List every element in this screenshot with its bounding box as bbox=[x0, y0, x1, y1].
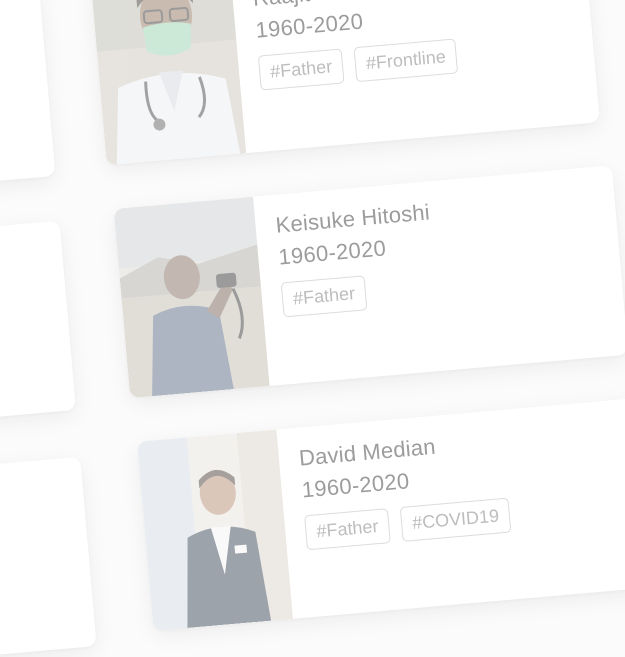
card-info-raajit: Raajit Vihara 1960-2020 #Father #Frontli… bbox=[252, 0, 585, 91]
memorial-card-david[interactable]: David Median 1960-2020 #Father #COVID19 bbox=[137, 398, 625, 632]
memorial-card-grid: Raajit Vihara 1960-2020 #Father #Frontli… bbox=[0, 0, 625, 657]
tag-father[interactable]: #Father bbox=[304, 508, 391, 551]
tag-father[interactable]: #Father bbox=[280, 275, 368, 318]
businessman-photo bbox=[137, 429, 294, 632]
memorial-card-raajit[interactable]: Raajit Vihara 1960-2020 #Father #Frontli… bbox=[90, 0, 600, 166]
doctor-photo bbox=[90, 0, 247, 166]
ghost-card-3[interactable] bbox=[0, 456, 97, 657]
memorial-card-keisuke[interactable]: Keisuke Hitoshi 1960-2020 #Father bbox=[113, 165, 625, 399]
ghost-card-1[interactable] bbox=[0, 0, 56, 187]
tag-covid19[interactable]: #COVID19 bbox=[399, 497, 512, 542]
card-info-david: David Median 1960-2020 #Father #COVID19 bbox=[298, 417, 625, 551]
photographer-photo bbox=[113, 196, 270, 399]
tag-father[interactable]: #Father bbox=[257, 48, 345, 91]
tilted-card-list: Raajit Vihara 1960-2020 #Father #Frontli… bbox=[0, 0, 625, 657]
ghost-card-2[interactable] bbox=[0, 220, 77, 421]
card-info-keisuke: Keisuke Hitoshi 1960-2020 #Father bbox=[275, 184, 613, 318]
tag-frontline[interactable]: #Frontline bbox=[353, 38, 459, 83]
